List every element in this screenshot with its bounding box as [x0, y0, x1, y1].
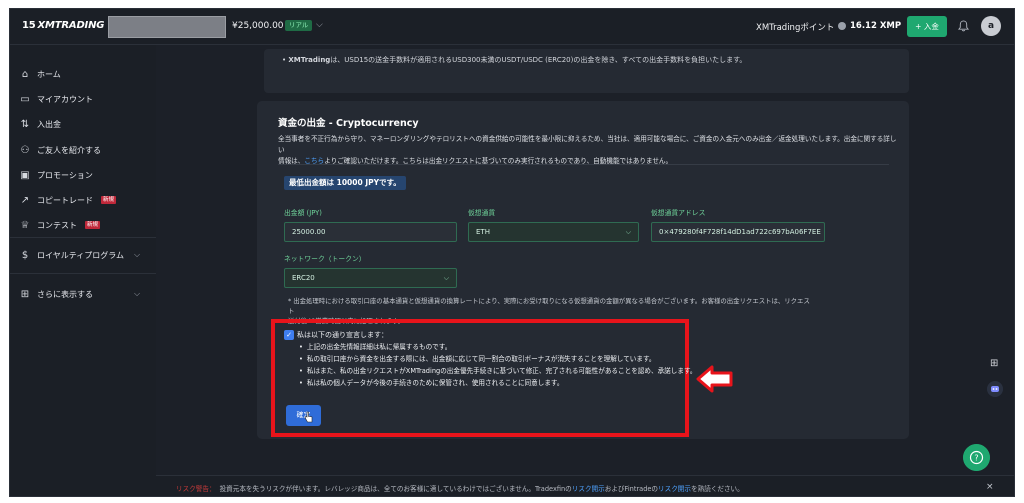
network-select[interactable]: ERC20 ⌵: [284, 268, 457, 288]
sidebar-item-label: プロモーション: [37, 170, 93, 180]
logo-number: 15: [22, 20, 36, 31]
risk-text: を熟読ください。: [691, 485, 744, 493]
risk-warning-text: リスク警告： 投資元本を失うリスクが伴います。レバレッジ商品は、全てのお客様に適し…: [176, 483, 744, 493]
arrow-left-icon: [696, 365, 733, 393]
chevron-down-icon[interactable]: ⌵: [316, 20, 323, 30]
logo-text: XMTRADING: [37, 20, 105, 31]
divider: [278, 164, 889, 165]
close-icon[interactable]: ×: [986, 482, 994, 492]
people-icon: ⚇: [20, 144, 30, 156]
fee-info-card: • XMTradingは、USD15の送金手数料が適用されるUSD300未満のU…: [264, 49, 909, 93]
sidebar-item-label: マイアカウント: [37, 94, 93, 104]
gift-icon: ▣: [20, 169, 30, 181]
note-line-1: * 出金処理時における取引口座の基本通貨と仮想通貨の換算レートにより、実際にお受…: [288, 297, 810, 315]
sidebar-item-label: 入出金: [37, 119, 61, 129]
new-badge: 新規: [85, 221, 101, 229]
currency-label: 仮想通貨: [468, 209, 496, 217]
sidebar-item-my-account[interactable]: ▭ マイアカウント: [19, 91, 93, 107]
withdrawal-title: 資金の出金 - Cryptocurrency: [278, 118, 419, 129]
description-line-2: 情報は、こちらよりご確認いただけます。こちらは出金リクエストに基づいてのみ実行さ…: [278, 156, 898, 167]
currency-value: ETH: [476, 228, 490, 236]
declaration-checkbox[interactable]: ✓: [284, 330, 294, 340]
risk-warning-label: リスク警告：: [176, 485, 216, 493]
amount-input[interactable]: 25000.00: [284, 222, 457, 242]
description-line-1: 全当事者を不正行為から守り、マネーロンダリングやテロリストへの資金供給の可能性を…: [278, 135, 897, 154]
chevron-down-icon: ⌵: [625, 228, 631, 236]
network-value: ERC20: [292, 274, 315, 282]
hand-cursor-icon: [304, 411, 313, 423]
sidebar-item-promotions[interactable]: ▣ プロモーション: [19, 167, 93, 183]
trophy-icon: ♕: [20, 219, 30, 231]
declaration-title: 私は以下の通り宣言します：: [297, 331, 388, 339]
risk-text: 投資元本を失うリスクが伴います。レバレッジ商品は、全てのお客様に適しているわけで…: [219, 485, 572, 493]
sidebar-item-label: ご友人を紹介する: [37, 145, 101, 155]
sidebar-divider: [10, 273, 156, 274]
risk-text: およびFintradeの: [604, 485, 659, 493]
declaration-item: 私の取引口座から資金を出金する際には、出金額に応じて同一割合の取引ボーナスが消失…: [299, 353, 656, 363]
trend-up-icon: ↗: [20, 194, 30, 206]
grid-icon: ⊞: [20, 288, 30, 300]
account-type-badge: リアル: [285, 20, 313, 31]
home-icon: ⌂: [21, 68, 29, 80]
chevron-down-icon[interactable]: ⌵: [134, 250, 140, 260]
svg-text:?: ?: [974, 454, 978, 463]
declaration-item: 上記の出金先情報詳細は私に帰属するものです。: [299, 341, 451, 351]
chevron-down-icon: ⌵: [443, 274, 449, 282]
bell-icon[interactable]: [958, 20, 969, 32]
user-avatar[interactable]: a: [981, 16, 1001, 36]
dollar-circle-icon: $: [21, 249, 29, 261]
top-bar: 15 XMTRADING ¥25,000.00 リアル ⌵ XMTradingポイ…: [10, 9, 1014, 45]
coin-icon: [838, 22, 846, 30]
sidebar-item-label: ロイヤルティプログラム: [37, 250, 125, 260]
fee-info-text: • XMTradingは、USD15の送金手数料が適用されるUSD300未満のU…: [282, 56, 747, 64]
sidebar-item-label: さらに表示する: [37, 289, 93, 299]
account-number-redacted[interactable]: [108, 16, 226, 38]
risk-disclosure-link[interactable]: リスク開示: [658, 485, 691, 493]
new-badge: 新規: [101, 196, 117, 204]
risk-warning-bar: リスク警告： 投資元本を失うリスクが伴います。レバレッジ商品は、全てのお客様に適し…: [156, 475, 1014, 496]
minimum-withdrawal-banner: 最低出金額は 10000 JPYです。: [284, 176, 406, 190]
sidebar-item-label: コピートレード: [37, 195, 93, 205]
sidebar-item-contest[interactable]: ♕ コンテスト 新規: [19, 217, 101, 233]
currency-select[interactable]: ETH ⌵: [468, 222, 639, 242]
sidebar-item-home[interactable]: ⌂ ホーム: [19, 66, 61, 82]
declaration-item: 私は私の個人データが今後の手続きのために保管され、使用されることに同意します。: [299, 377, 564, 387]
declaration-item: 私はまた、私の出金リクエストがXMTradingの出金優先手続きに基づいて修正、…: [299, 365, 697, 375]
withdrawal-description: 全当事者を不正行為から守り、マネーロンダリングやテロリストへの資金供給の可能性を…: [278, 134, 898, 167]
fee-info-brand: XMTrading: [288, 56, 331, 64]
address-input[interactable]: 0×479280f4F728f14dD1ad722c697bA06F7EE: [651, 222, 825, 242]
deposit-button[interactable]: + 入金: [907, 16, 947, 37]
sidebar-item-show-more[interactable]: ⊞ さらに表示する: [19, 286, 93, 302]
apps-grid-icon[interactable]: ⊞: [990, 358, 998, 369]
chevron-down-icon[interactable]: ⌵: [134, 289, 140, 299]
sidebar: ⌂ ホーム ▭ マイアカウント ⇅ 入出金 ⚇ ご友人を紹介する ▣ プロモーシ…: [10, 45, 156, 496]
account-balance: ¥25,000.00: [232, 21, 284, 31]
fee-info-body: は、USD15の送金手数料が適用されるUSD300未満のUSDT/USDC (E…: [330, 56, 747, 64]
main-content: • XMTradingは、USD15の送金手数料が適用されるUSD300未満のU…: [156, 45, 1014, 496]
address-label: 仮想通貨アドレス: [651, 209, 706, 217]
chat-bot-icon[interactable]: [987, 381, 1003, 397]
sidebar-item-copy-trade[interactable]: ↗ コピートレード 新規: [19, 192, 117, 208]
sidebar-item-deposit-withdraw[interactable]: ⇅ 入出金: [19, 116, 61, 132]
risk-disclosure-link[interactable]: リスク開示: [572, 485, 605, 493]
sidebar-item-loyalty[interactable]: $ ロイヤルティプログラム: [19, 247, 124, 263]
points-label: XMTradingポイント: [756, 23, 835, 33]
sidebar-item-refer-friend[interactable]: ⚇ ご友人を紹介する: [19, 142, 101, 158]
app-window: 15 XMTRADING ¥25,000.00 リアル ⌵ XMTradingポイ…: [9, 8, 1015, 497]
help-chat-icon[interactable]: ?: [963, 444, 990, 471]
network-label: ネットワーク（トークン）: [284, 255, 366, 263]
sidebar-divider: [10, 237, 156, 238]
points-value: 16.12 XMP: [850, 21, 902, 31]
card-icon: ▭: [20, 93, 30, 105]
xm-logo[interactable]: 15 XMTRADING: [22, 20, 104, 31]
sidebar-item-label: コンテスト: [37, 220, 77, 230]
sidebar-item-label: ホーム: [37, 69, 61, 79]
transfer-arrows-icon: ⇅: [20, 118, 30, 130]
amount-label: 出金額 (JPY): [284, 209, 322, 217]
